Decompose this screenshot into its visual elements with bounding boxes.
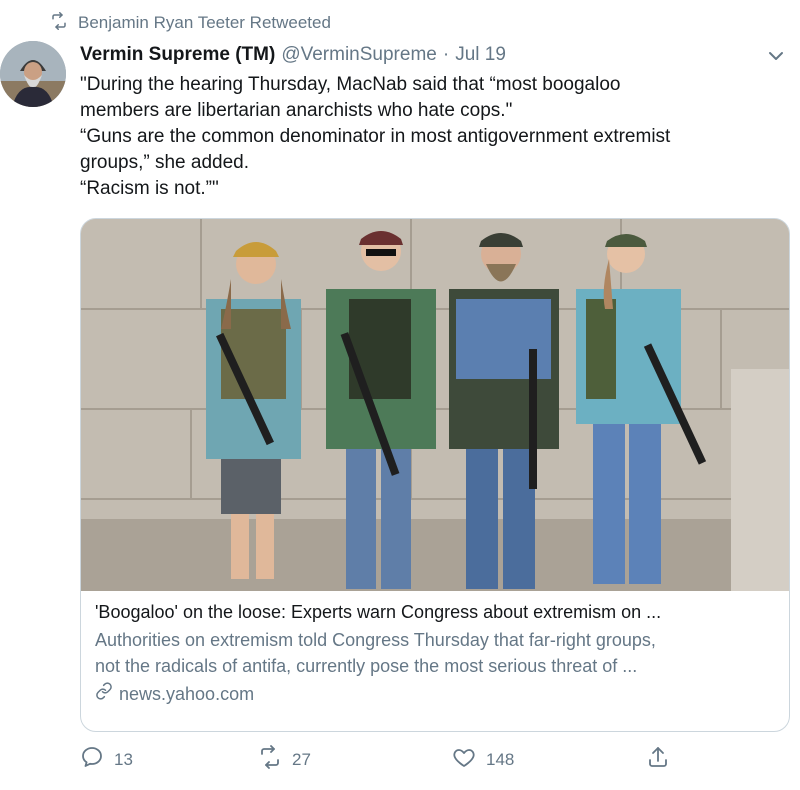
reply-icon: [80, 745, 104, 774]
heart-icon: [452, 745, 476, 774]
card-title[interactable]: 'Boogaloo' on the loose: Experts warn Co…: [95, 599, 775, 625]
card-body[interactable]: 'Boogaloo' on the loose: Experts warn Co…: [95, 599, 775, 707]
card-description-line: Authorities on extremism told Congress T…: [95, 630, 656, 650]
retweet-icon: [258, 745, 282, 774]
reply-button[interactable]: 13: [80, 745, 133, 774]
card-description-line: not the radicals of antifa, currently po…: [95, 656, 638, 676]
share-button[interactable]: [646, 745, 670, 774]
chevron-down-icon[interactable]: [766, 46, 786, 66]
retweet-count: 27: [292, 749, 311, 769]
tweet-text-line: “Guns are the common denominator in most…: [80, 126, 671, 147]
tweet-header: Vermin Supreme (TM) @VerminSupreme · Jul…: [80, 41, 780, 69]
author-handle[interactable]: @VerminSupreme: [281, 44, 437, 66]
author-name[interactable]: Vermin Supreme (TM): [80, 44, 275, 66]
tweet-text-line: "During the hearing Thursday, MacNab sai…: [80, 74, 621, 95]
retweet-context[interactable]: Benjamin Ryan Teeter Retweeted: [50, 11, 331, 35]
retweet-context-label: Benjamin Ryan Teeter Retweeted: [78, 13, 331, 32]
tweet-text-line: groups,” she added.: [80, 152, 250, 173]
like-button[interactable]: 148: [452, 745, 514, 774]
retweet-icon: [50, 11, 68, 35]
card-description: Authorities on extremism told Congress T…: [95, 627, 775, 679]
tweet-date[interactable]: Jul 19: [455, 44, 506, 66]
card-domain[interactable]: news.yahoo.com: [95, 681, 775, 707]
separator-dot: ·: [442, 44, 450, 65]
card-domain-label: news.yahoo.com: [119, 684, 255, 704]
tweet-text: "During the hearing Thursday, MacNab sai…: [80, 72, 780, 202]
like-count: 148: [486, 749, 515, 769]
avatar[interactable]: [0, 41, 66, 107]
reply-count: 13: [114, 749, 133, 769]
tweet-actions: 13 27 148: [80, 745, 780, 775]
link-icon: [95, 681, 113, 707]
card-image[interactable]: [81, 219, 789, 591]
tweet-text-line: members are libertarian anarchists who h…: [80, 100, 513, 121]
tweet-text-line: “Racism is not.”": [80, 178, 219, 199]
link-card[interactable]: 'Boogaloo' on the loose: Experts warn Co…: [80, 218, 790, 732]
retweet-button[interactable]: 27: [258, 745, 311, 774]
share-icon: [646, 745, 670, 774]
